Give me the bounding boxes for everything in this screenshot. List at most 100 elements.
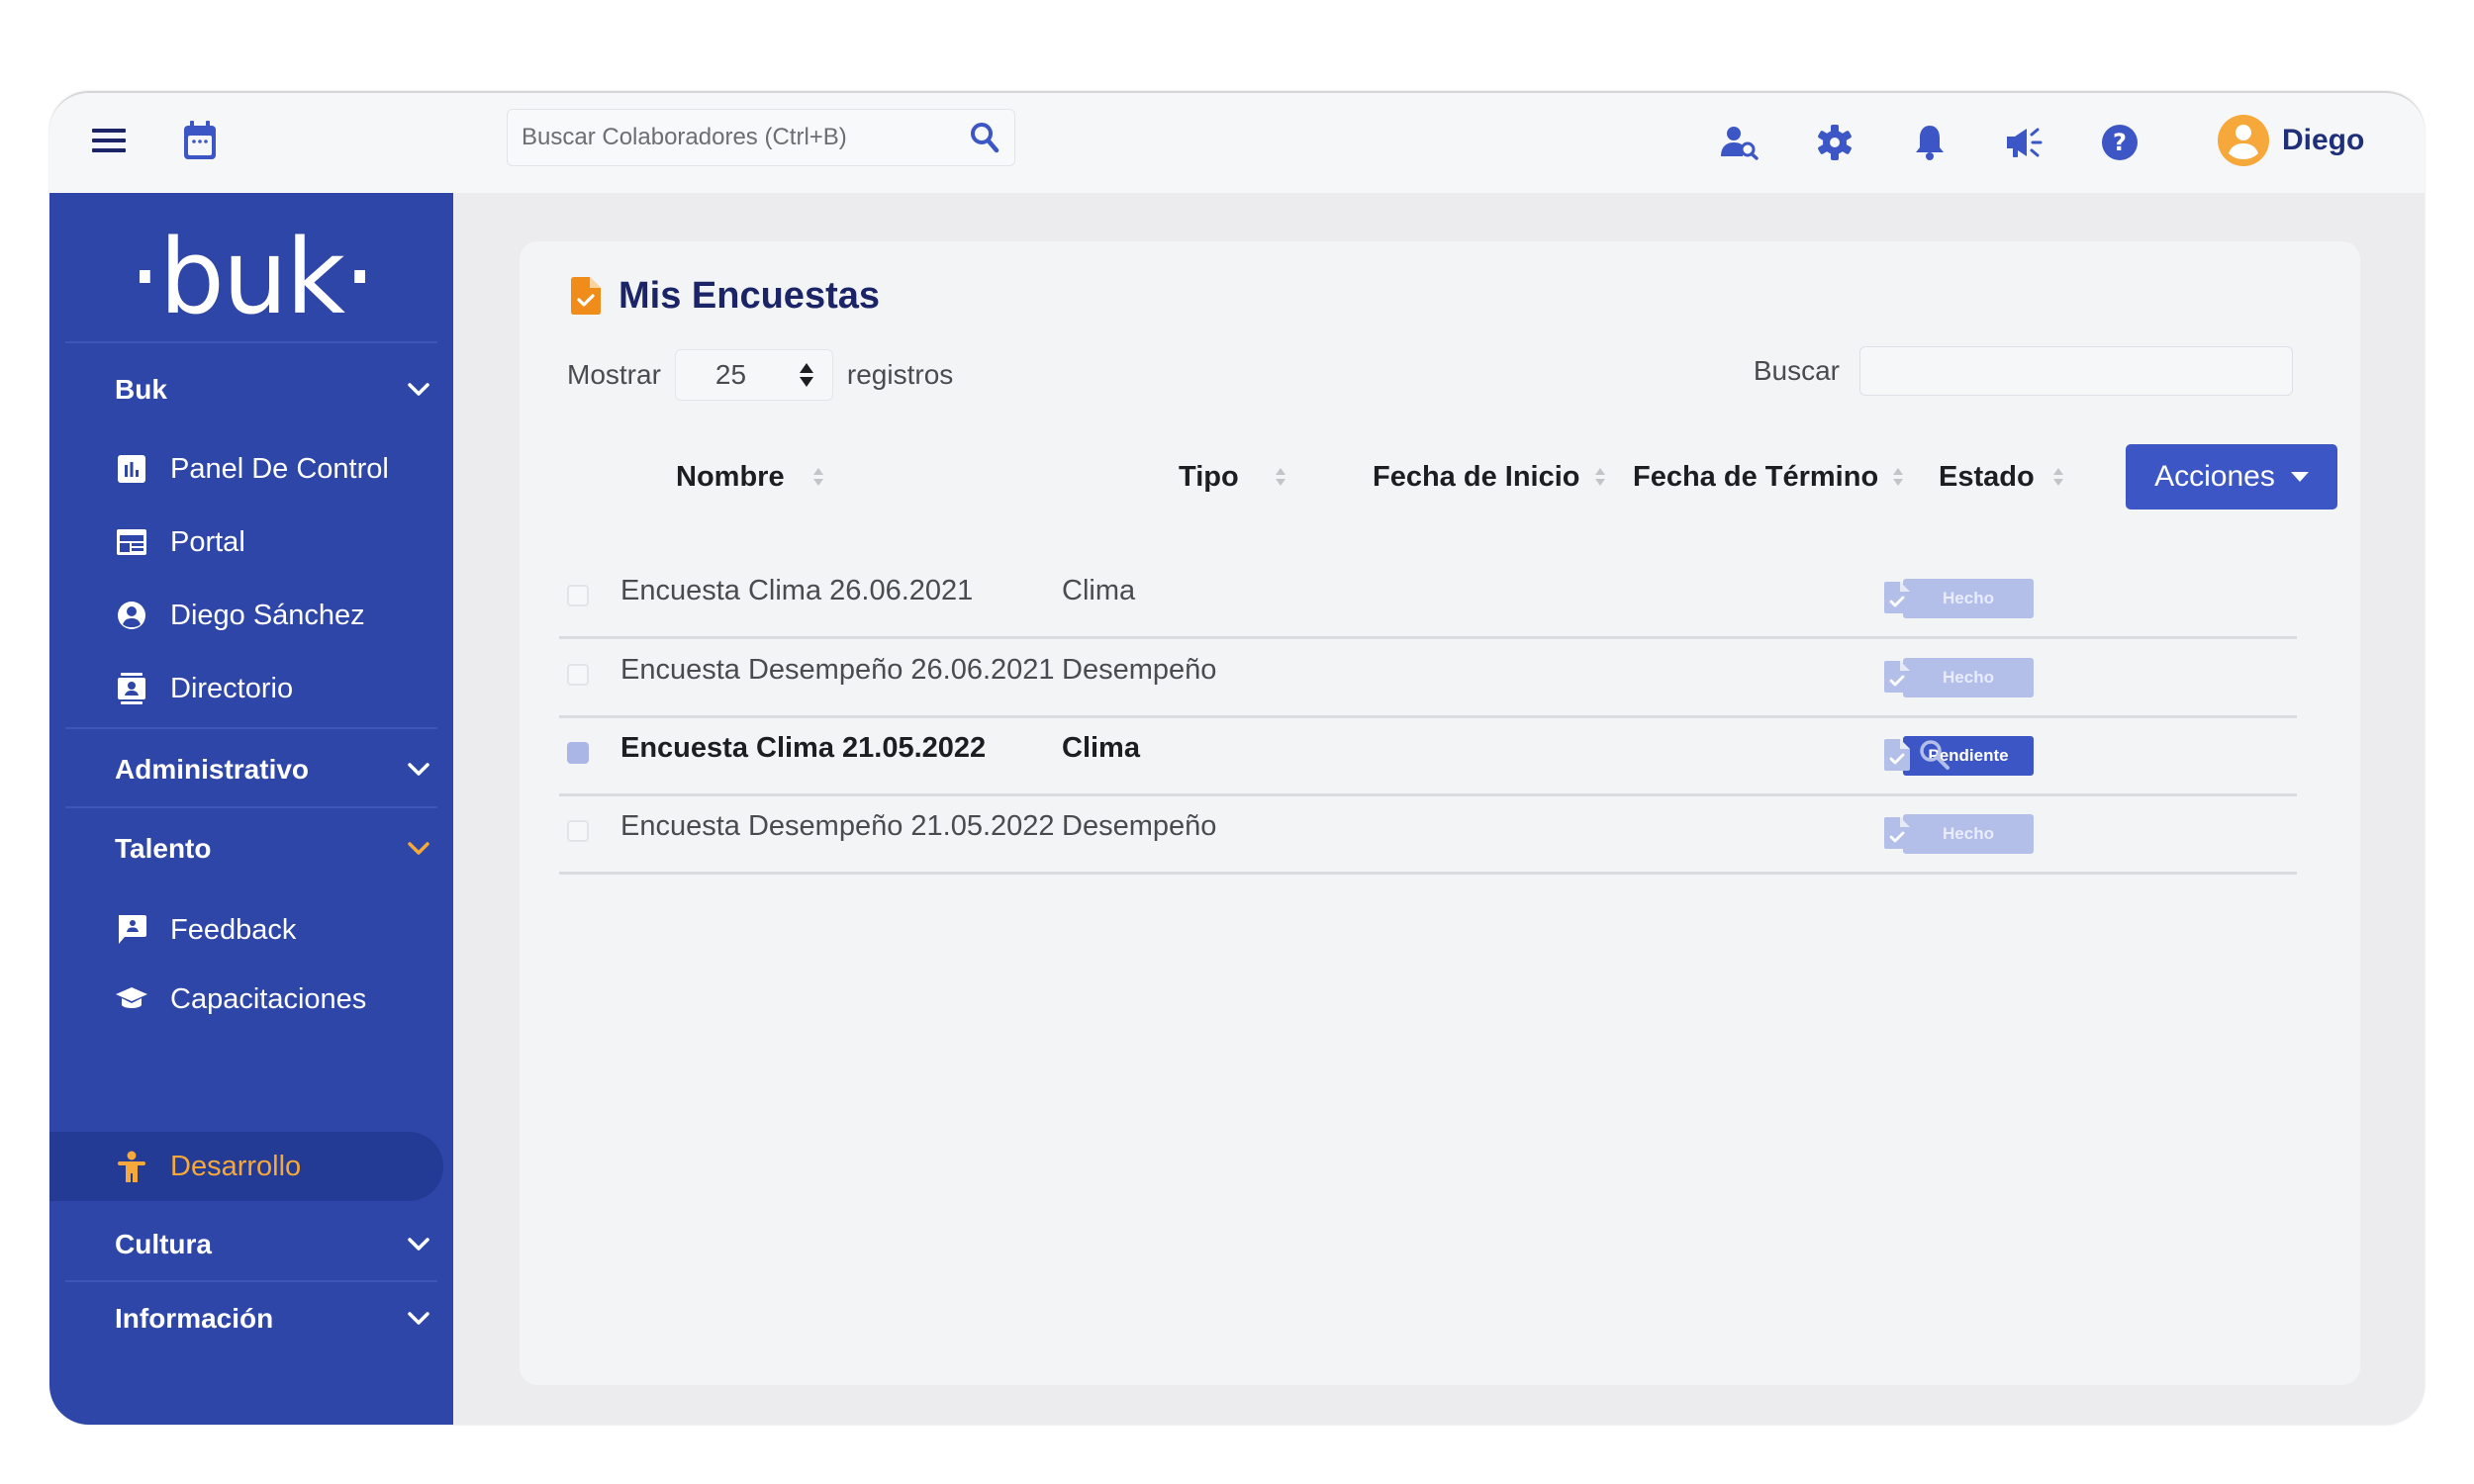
column-header-estado[interactable]: Estado <box>1939 452 2064 502</box>
page-title: Mis Encuestas <box>571 271 880 321</box>
gear-icon <box>1818 125 1852 160</box>
file-check-icon <box>1884 817 1910 849</box>
person-icon <box>118 1151 145 1182</box>
sidebar-divider <box>65 1280 437 1282</box>
sidebar-item-feedback[interactable]: Feedback <box>115 905 441 955</box>
sidebar-item-diego-sanchez[interactable]: Diego Sánchez <box>115 591 441 640</box>
feedback-icon <box>119 915 146 944</box>
buk-logo[interactable]: ·buk· <box>49 223 453 331</box>
sidebar-item-directorio[interactable]: Directorio <box>115 664 441 713</box>
column-header-nombre[interactable]: Nombre <box>676 452 824 502</box>
contact-book-icon <box>118 673 145 704</box>
view-survey-button[interactable] <box>1917 656 1952 697</box>
sidebar-divider <box>65 727 437 729</box>
user-search-button[interactable] <box>1712 115 1767 170</box>
table-filter: Buscar <box>1754 344 2293 398</box>
help-icon: ? <box>2102 125 2138 160</box>
portal-icon <box>117 529 146 555</box>
survey-type: Desempeño <box>1062 654 1217 686</box>
table-row: Encuesta Desempeño 21.05.2022 Desempeño … <box>559 796 2297 875</box>
megaphone-icon <box>2007 128 2043 157</box>
search-icon <box>1920 740 1950 770</box>
row-checkbox[interactable] <box>567 820 589 842</box>
chevron-down-icon <box>408 1238 429 1251</box>
notifications-button[interactable] <box>1902 115 1957 170</box>
user-circle-icon <box>118 602 145 629</box>
chevron-down-icon <box>408 383 429 396</box>
survey-type: Desempeño <box>1062 810 1217 842</box>
bell-icon <box>1916 126 1944 160</box>
row-checkbox[interactable] <box>567 664 589 686</box>
table-row: Encuesta Desempeño 26.06.2021 Desempeño … <box>559 640 2297 718</box>
survey-name[interactable]: Encuesta Clima 26.06.2021 <box>620 575 973 607</box>
sidebar-group-buk[interactable]: Buk <box>115 365 429 415</box>
survey-name[interactable]: Encuesta Desempeño 21.05.2022 <box>620 810 1055 843</box>
acciones-dropdown-button[interactable]: Acciones <box>2126 444 2337 510</box>
sidebar-group-talento[interactable]: Talento <box>115 824 429 874</box>
page-length-select[interactable]: 25 <box>674 349 833 401</box>
sidebar: ·buk· Buk Panel De Control Portal Diego … <box>49 193 453 1425</box>
sidebar-item-desarrollo[interactable]: Desarrollo <box>115 1142 441 1191</box>
file-check-icon <box>571 277 601 315</box>
sidebar-divider <box>65 341 437 343</box>
row-divider <box>559 872 2297 875</box>
sort-updown-icon <box>799 363 813 387</box>
file-check-icon <box>1884 661 1910 693</box>
chevron-down-icon <box>408 763 429 776</box>
column-header-tipo[interactable]: Tipo <box>1179 452 1286 502</box>
sort-icon <box>1275 468 1285 486</box>
answer-survey-button[interactable] <box>1879 734 1915 776</box>
search-icon <box>1920 818 1950 848</box>
chevron-down-icon <box>408 842 429 855</box>
sort-icon <box>812 468 823 486</box>
sidebar-item-portal[interactable]: Portal <box>115 517 441 567</box>
view-survey-button[interactable] <box>1917 734 1952 776</box>
surveys-card: Mis Encuestas Mostrar 25 registros Busca… <box>520 241 2360 1385</box>
chevron-down-icon <box>408 1312 429 1325</box>
sort-icon <box>1893 468 1904 486</box>
row-checkbox[interactable] <box>567 742 589 764</box>
table-search-input[interactable] <box>1859 346 2293 396</box>
chart-icon <box>118 455 145 483</box>
user-menu[interactable]: Diego <box>2217 111 2364 170</box>
user-name: Diego <box>2282 124 2365 156</box>
survey-name[interactable]: Encuesta Desempeño 26.06.2021 <box>620 654 1055 687</box>
avatar-icon <box>2218 115 2269 166</box>
answer-survey-button[interactable] <box>1879 656 1915 697</box>
column-header-fecha-termino[interactable]: Fecha de Término <box>1633 452 1904 502</box>
view-survey-button[interactable] <box>1917 577 1952 618</box>
row-checkbox[interactable] <box>567 585 589 606</box>
sidebar-item-panel-de-control[interactable]: Panel De Control <box>115 444 441 494</box>
announcements-button[interactable] <box>1997 115 2052 170</box>
answer-survey-button[interactable] <box>1879 577 1915 618</box>
search-icon <box>1920 583 1950 612</box>
sort-icon <box>2052 468 2063 486</box>
caret-down-icon <box>2290 472 2309 482</box>
sidebar-group-informacion[interactable]: Información <box>115 1294 429 1344</box>
settings-button[interactable] <box>1807 115 1862 170</box>
help-button[interactable]: ? <box>2092 115 2147 170</box>
column-header-fecha-inicio[interactable]: Fecha de Inicio <box>1373 452 1606 502</box>
table-row: Encuesta Clima 21.05.2022 Clima Pendient… <box>559 718 2297 796</box>
table-row: Encuesta Clima 26.06.2021 Clima Hecho <box>559 561 2297 639</box>
graduation-cap-icon <box>116 987 147 1008</box>
page-length-control: Mostrar 25 registros <box>567 348 953 402</box>
survey-name[interactable]: Encuesta Clima 21.05.2022 <box>620 732 986 765</box>
sidebar-group-administrativo[interactable]: Administrativo <box>115 745 429 794</box>
svg-text:?: ? <box>2113 129 2127 156</box>
user-search-icon <box>1721 127 1759 160</box>
sidebar-group-cultura[interactable]: Cultura <box>115 1220 429 1269</box>
view-survey-button[interactable] <box>1917 812 1952 854</box>
sidebar-item-capacitaciones[interactable]: Capacitaciones <box>115 974 441 1024</box>
sort-icon <box>1594 468 1605 486</box>
file-check-icon <box>1884 582 1910 613</box>
survey-type: Clima <box>1062 575 1136 606</box>
app-window: ? Diego ·buk· Buk Panel De Control Porta… <box>49 91 2425 1425</box>
answer-survey-button[interactable] <box>1879 812 1915 854</box>
topbar-actions: ? <box>49 115 2425 170</box>
row-divider <box>559 636 2297 639</box>
survey-type: Clima <box>1062 732 1140 764</box>
top-bar: ? Diego <box>49 93 2425 193</box>
file-check-icon <box>1884 739 1910 771</box>
search-icon <box>1920 662 1950 692</box>
